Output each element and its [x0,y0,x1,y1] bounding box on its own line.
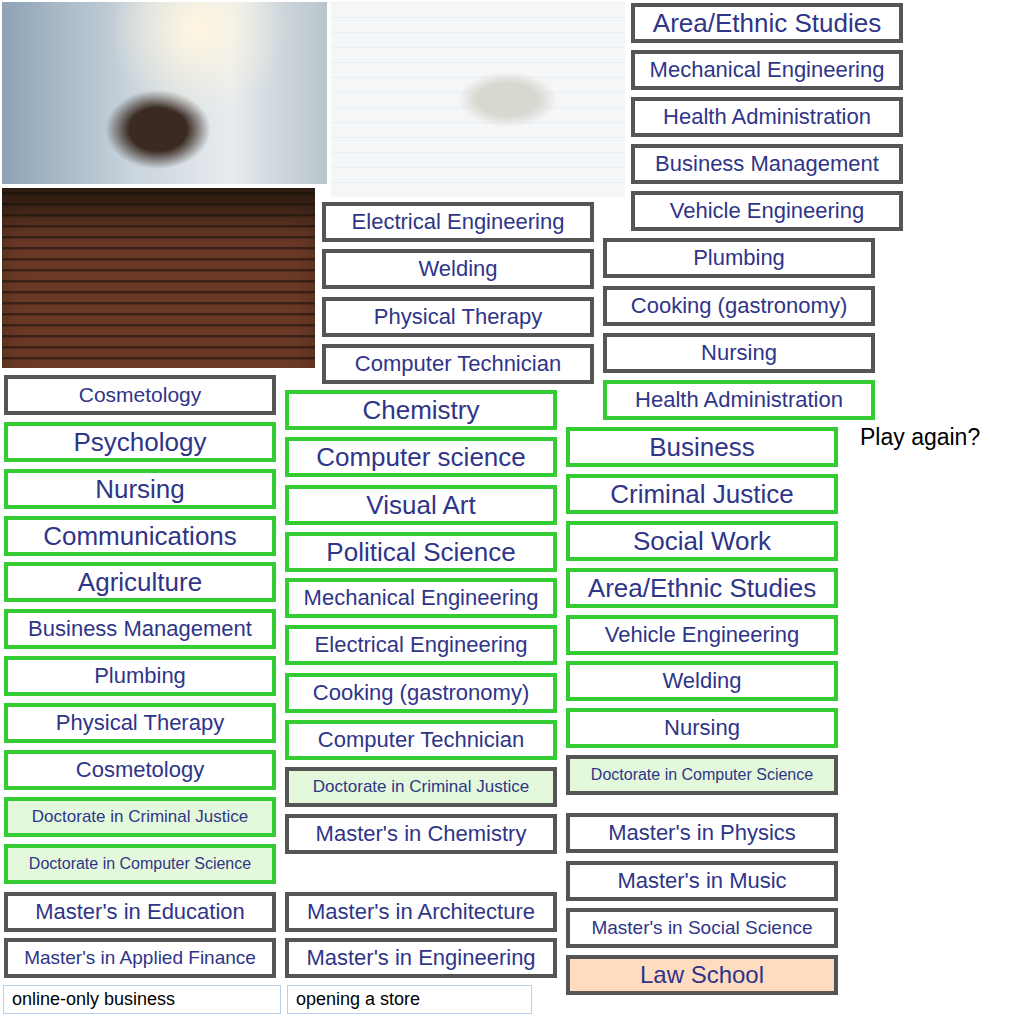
stack-tile[interactable]: Mechanical Engineering [285,578,557,618]
stack-tile[interactable]: Master's in Music [566,861,838,901]
stack-tile[interactable]: Cooking (gastronomy) [285,673,557,713]
stack-tile[interactable]: Doctorate in Criminal Justice [4,797,276,837]
stack-tile[interactable]: Cosmetology [4,375,276,415]
falling-tile[interactable]: Nursing [603,333,875,373]
stack-tile[interactable]: Communications [4,516,276,556]
falling-tile[interactable]: Plumbing [603,238,875,278]
stack-tile[interactable]: Social Work [566,521,838,561]
stack-tile[interactable]: Law School [566,955,838,995]
stack-tile[interactable]: Computer science [285,437,557,477]
stack-tile[interactable]: Master's in Physics [566,813,838,853]
stack-tile[interactable]: Doctorate in Computer Science [566,755,838,795]
stack-tile[interactable]: Vehicle Engineering [566,615,838,655]
falling-tile[interactable]: Business Management [631,144,903,184]
falling-tile[interactable]: Area/Ethnic Studies [631,3,903,43]
lab-photo [2,2,327,184]
falling-tile[interactable]: Physical Therapy [322,297,594,337]
falling-tile[interactable]: Welding [322,249,594,289]
stack-tile[interactable]: Doctorate in Criminal Justice [285,767,557,807]
stack-tile[interactable]: Computer Technician [285,720,557,760]
stack-tile[interactable]: Cosmetology [4,750,276,790]
stack-tile[interactable]: Welding [566,661,838,701]
falling-tile[interactable]: Mechanical Engineering [631,50,903,90]
stack-tile[interactable]: Nursing [4,469,276,509]
stack-tile[interactable]: Master's in Chemistry [285,814,557,854]
stack-tile[interactable]: Political Science [285,532,557,572]
play-again-button[interactable]: Play again? [860,424,980,451]
business-plan-photo [331,2,625,197]
stack-tile[interactable]: Nursing [566,708,838,748]
falling-tile[interactable]: Health Administration [631,97,903,137]
stack-tile[interactable]: Master's in Education [4,892,276,932]
stack-tile[interactable]: Master's in Applied Finance [4,938,276,978]
stack-tile[interactable]: Master's in Engineering [285,938,557,978]
falling-tile[interactable]: Health Administration [603,380,875,420]
stack-tile[interactable]: Chemistry [285,390,557,430]
stack-tile[interactable]: Psychology [4,422,276,462]
stack-tile[interactable]: Master's in Architecture [285,892,557,932]
stack-tile[interactable]: Visual Art [285,485,557,525]
answer-option[interactable]: online-only business [3,985,281,1014]
stack-tile[interactable]: Doctorate in Computer Science [4,844,276,884]
stack-tile[interactable]: Agriculture [4,562,276,602]
game-board: Area/Ethnic StudiesMechanical Engineerin… [0,0,1018,1018]
stack-tile[interactable]: Area/Ethnic Studies [566,568,838,608]
stack-tile[interactable]: Electrical Engineering [285,625,557,665]
falling-tile[interactable]: Electrical Engineering [322,202,594,242]
stack-tile[interactable]: Physical Therapy [4,703,276,743]
stack-tile[interactable]: Business Management [4,609,276,649]
stack-tile[interactable]: Criminal Justice [566,474,838,514]
answer-option[interactable]: opening a store [287,985,532,1014]
stack-tile[interactable]: Business [566,427,838,467]
falling-tile[interactable]: Computer Technician [322,344,594,384]
falling-tile[interactable]: Vehicle Engineering [631,191,903,231]
stack-tile[interactable]: Master's in Social Science [566,908,838,948]
falling-tile[interactable]: Cooking (gastronomy) [603,286,875,326]
assembly-hall-photo [2,188,315,368]
stack-tile[interactable]: Plumbing [4,656,276,696]
